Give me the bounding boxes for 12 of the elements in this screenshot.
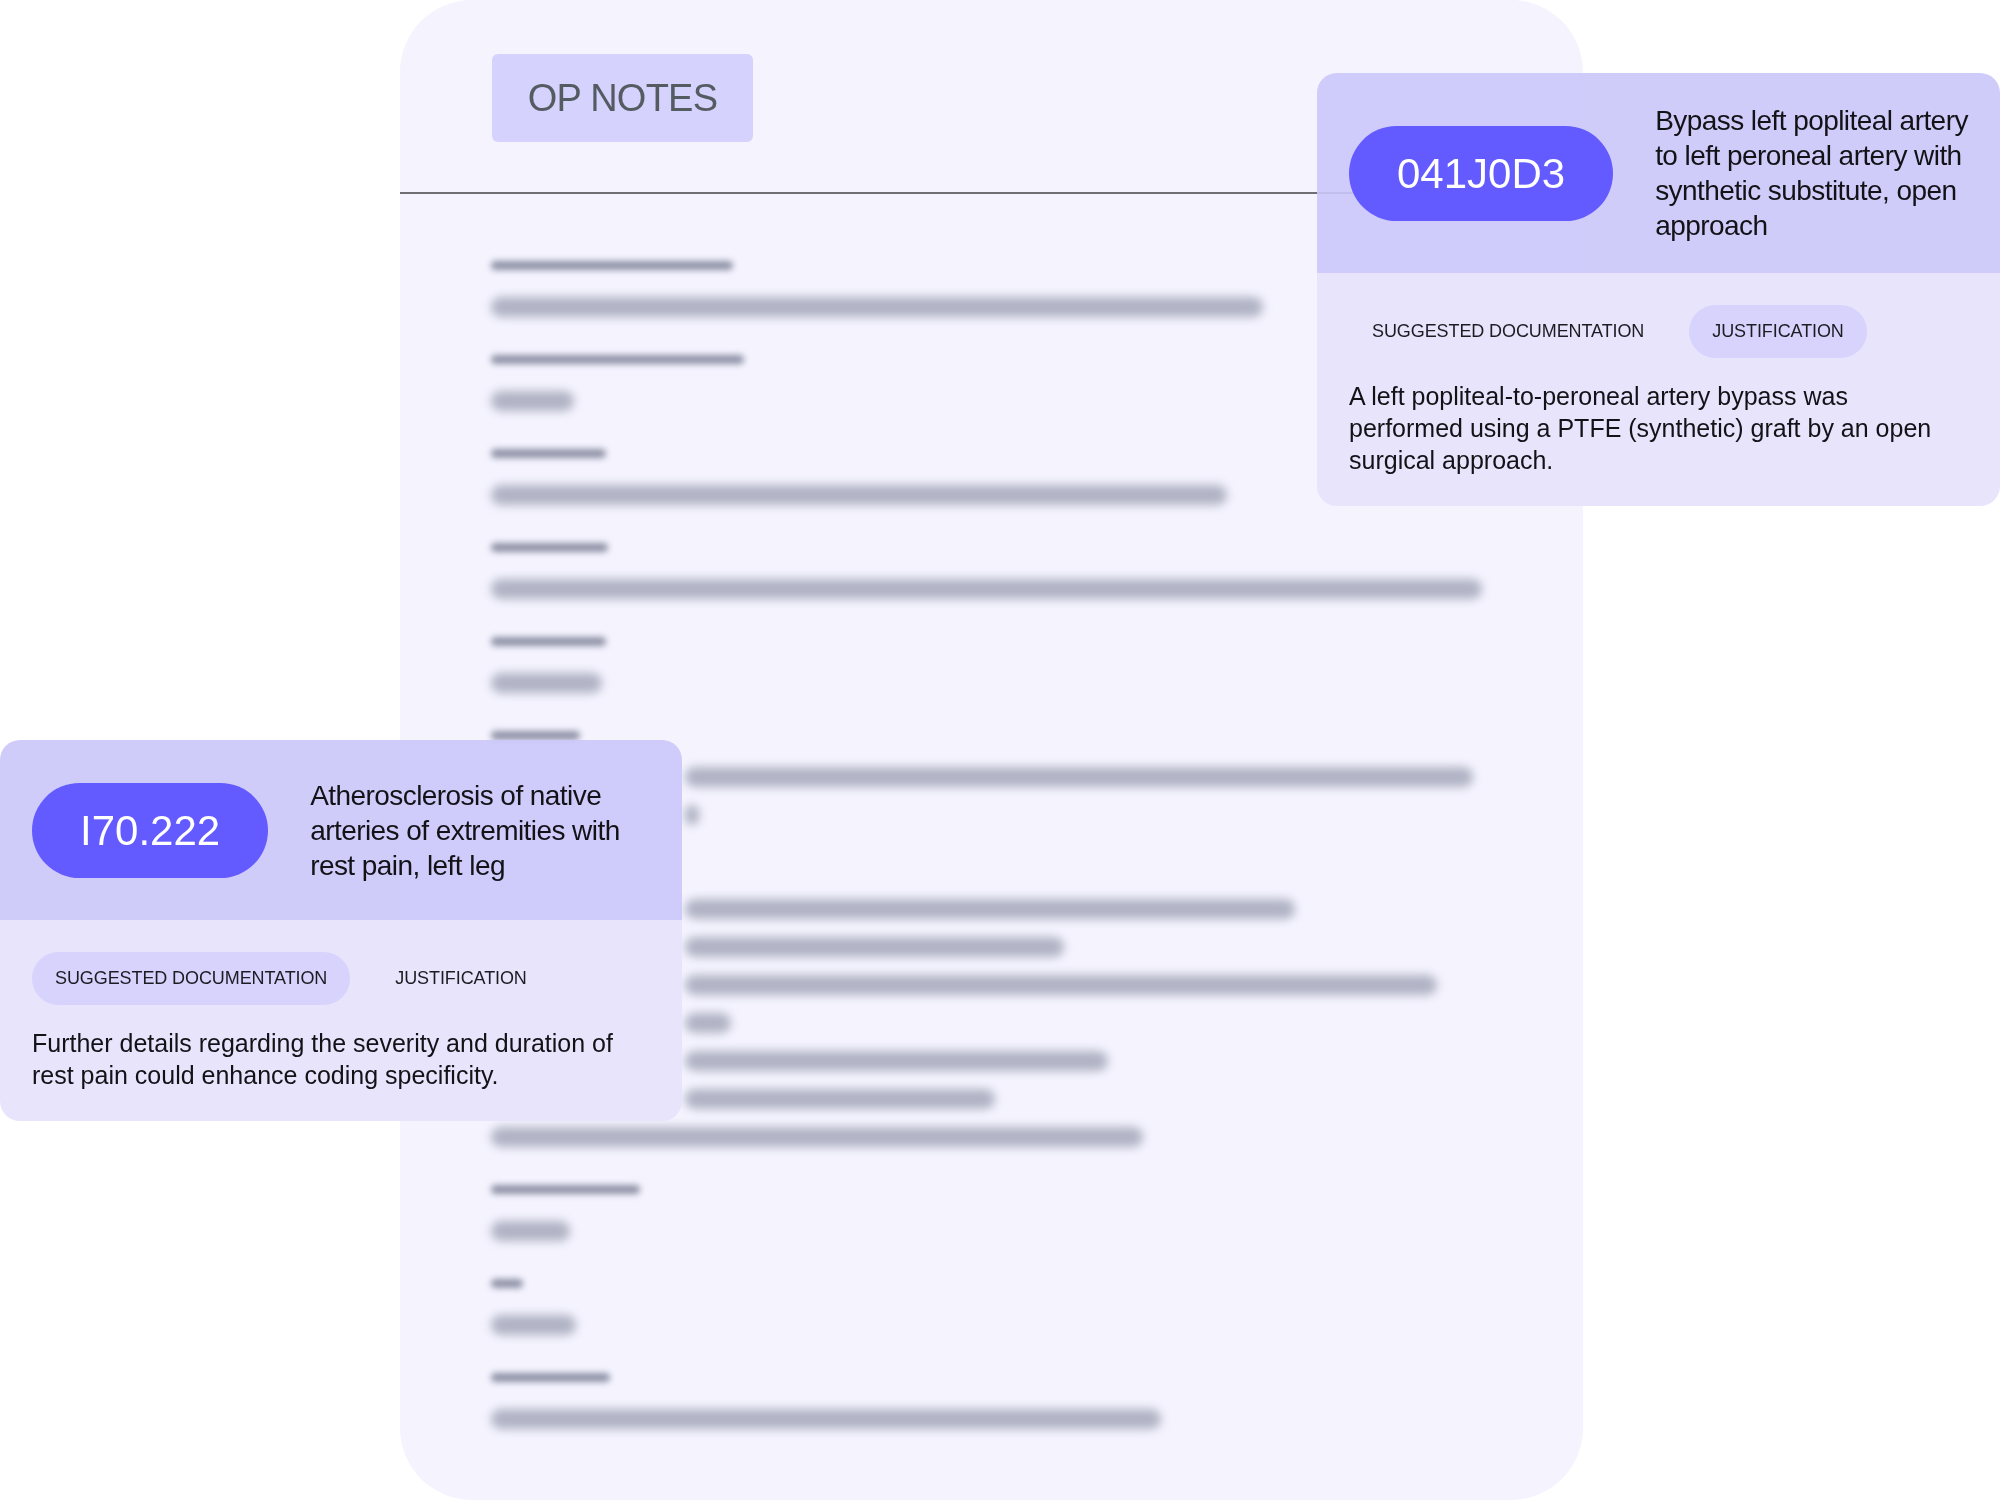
code-description: Bypass left popliteal artery to left peroneal artery with synthetic substitute, open approach — [1655, 104, 1968, 243]
tab[interactable]: SUGGESTED DOCUMENTATION — [32, 952, 351, 1005]
document-title: OP NOTES — [492, 54, 753, 142]
blurred-label — [491, 1278, 523, 1288]
tab[interactable]: JUSTIFICATION — [372, 952, 550, 1005]
code-badge: I70.222 — [32, 782, 269, 878]
tab-content-text: A left popliteal-to-peroneal artery bypass was performed using a PTFE (synthetic) graft by an open surgical approach. — [1349, 381, 1933, 476]
code-description: Atherosclerosis of native arteries of extremities with rest pain, left leg — [310, 778, 621, 883]
code-badge: 041J0D3 — [1349, 125, 1614, 221]
tab-content-text: Further details regarding the severity and duration of rest pain could enhance coding specificity. — [32, 1028, 614, 1091]
tab[interactable]: JUSTIFICATION — [1689, 305, 1867, 358]
tab[interactable]: SUGGESTED DOCUMENTATION — [1349, 305, 1668, 358]
